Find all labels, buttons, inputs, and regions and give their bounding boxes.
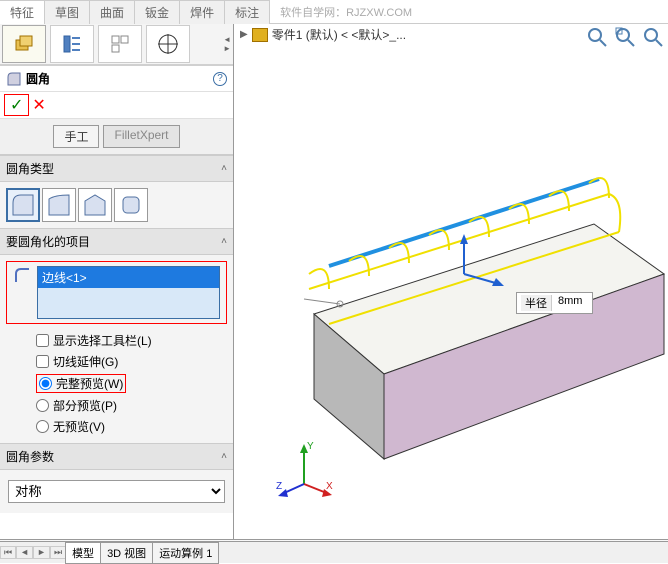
property-manager-tab[interactable]	[50, 25, 94, 63]
cancel-button[interactable]: ✕	[29, 95, 48, 115]
no-preview-radio[interactable]	[36, 420, 49, 433]
bottom-tabs: ⏮ ◄ ► ⏭ 模型 3D 视图 运动算例 1	[0, 541, 668, 563]
full-round-button[interactable]	[114, 188, 148, 222]
dimxpert-tab[interactable]	[146, 25, 190, 63]
tab-feature[interactable]: 特征	[0, 0, 45, 24]
variable-fillet-button[interactable]	[42, 188, 76, 222]
command-manager-tabs: 特征 草图 曲面 钣金 焊件 标注 软件自学网：RJZXW.COM	[0, 0, 668, 24]
svg-text:X: X	[326, 481, 333, 492]
tab-weldment[interactable]: 焊件	[179, 0, 225, 24]
panel-expand-arrows[interactable]: ◄►	[223, 35, 231, 53]
config-manager-tab[interactable]	[98, 25, 142, 63]
ok-button[interactable]: ✓	[7, 95, 26, 115]
fillet-type-header[interactable]: 圆角类型˄	[0, 155, 233, 182]
previous-view-icon[interactable]	[642, 26, 664, 48]
help-icon[interactable]: ?	[213, 72, 227, 86]
nav-last[interactable]: ⏭	[50, 546, 66, 559]
full-preview-radio[interactable]	[39, 377, 52, 390]
graphics-area[interactable]: ▶ 零件1 (默认) < <默认>_...	[234, 24, 668, 539]
3dview-tab[interactable]: 3D 视图	[100, 542, 153, 564]
fillet-icon	[6, 71, 22, 87]
tab-surface[interactable]: 曲面	[89, 0, 135, 24]
face-fillet-button[interactable]	[78, 188, 112, 222]
fillet-mode-row: 手工 FilletXpert	[0, 119, 233, 155]
items-to-fillet-body: 边线<1> 显示选择工具栏(L) 切线延伸(G) 完整预览(W) 部分预览(P)…	[0, 255, 233, 443]
watermark-text: 软件自学网：RJZXW.COM	[280, 4, 412, 20]
view-triad[interactable]: Y X Z	[274, 439, 334, 499]
tab-sheetmetal[interactable]: 钣金	[134, 0, 180, 24]
model-tab[interactable]: 模型	[65, 542, 101, 564]
property-manager: ◄► 圆角 ? ✓ ✕ 手工 FilletXpert 圆角类型˄ 要圆角	[0, 24, 234, 539]
items-to-fillet-header[interactable]: 要圆角化的项目˄	[0, 228, 233, 255]
motion-tab[interactable]: 运动算例 1	[152, 542, 219, 564]
show-toolbar-checkbox[interactable]	[36, 334, 49, 347]
flyout-tree[interactable]: ▶ 零件1 (默认) < <默认>_...	[240, 26, 406, 43]
svg-text:Y: Y	[307, 441, 314, 452]
edge-selection-icon	[13, 266, 33, 286]
zoom-fit-icon[interactable]	[586, 26, 608, 48]
tangent-extend-checkbox[interactable]	[36, 355, 49, 368]
filletxpert-button[interactable]: FilletXpert	[103, 125, 179, 148]
fillet-params-header[interactable]: 圆角参数˄	[0, 443, 233, 470]
feature-title: 圆角	[26, 70, 50, 87]
svg-text:Z: Z	[276, 481, 282, 492]
radius-callout[interactable]: 半径 8mm	[516, 292, 593, 314]
tab-annotation[interactable]: 标注	[224, 0, 270, 24]
symmetry-select[interactable]: 对称	[8, 480, 225, 503]
edge-item[interactable]: 边线<1>	[38, 267, 219, 288]
zoom-area-icon[interactable]	[614, 26, 636, 48]
manual-mode-button[interactable]: 手工	[53, 125, 99, 148]
nav-prev[interactable]: ◄	[16, 546, 33, 559]
edge-selection-list[interactable]: 边线<1>	[37, 266, 220, 319]
feature-header: 圆角 ?	[0, 66, 233, 92]
confirm-row: ✓ ✕	[0, 92, 233, 119]
constant-fillet-button[interactable]	[6, 188, 40, 222]
manager-tabs: ◄►	[0, 24, 233, 66]
fillet-type-row	[0, 182, 233, 228]
nav-first[interactable]: ⏮	[0, 546, 16, 559]
nav-next[interactable]: ►	[33, 546, 50, 559]
partial-preview-radio[interactable]	[36, 399, 49, 412]
part-icon	[252, 28, 268, 42]
feature-manager-tab[interactable]	[2, 25, 46, 63]
tab-sketch[interactable]: 草图	[44, 0, 90, 24]
